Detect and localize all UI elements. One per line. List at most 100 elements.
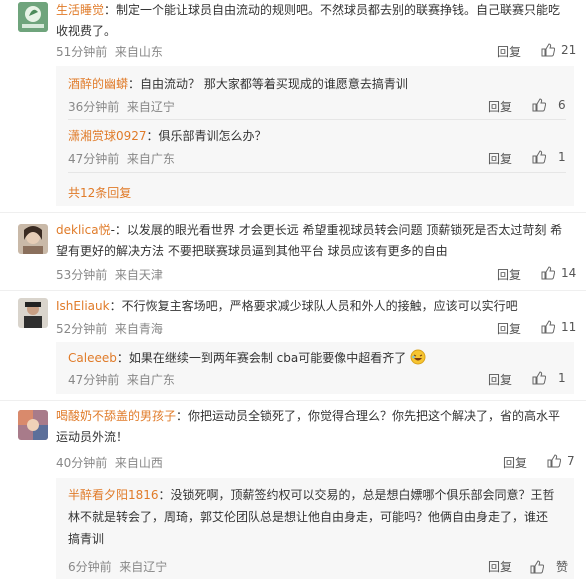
comment-body-line: 收视费了。 [56, 24, 117, 38]
laughing-emoji-icon [410, 349, 426, 365]
comment-text: deklica悦-：以发展的眼光看世界 才会更长远 希望重视球员转会问题 顶薪锁… [56, 220, 576, 262]
reply-button[interactable]: 回复 [488, 150, 512, 167]
like-button[interactable]: 14 [541, 266, 576, 280]
comment-body-line: 望有更好的解决方法 不要把联赛球员逼到其他平台 球员应该有更多的自由 [56, 244, 448, 258]
timestamp: 47分钟前 [68, 152, 120, 166]
thumb-up-icon [532, 98, 546, 112]
reply-body-line: 林不就是转会了，周琦，郭艾伦团队总是想让他自由身走，可能吗？他俩自由身走了，谁还 [68, 510, 549, 524]
like-count: 7 [567, 454, 575, 468]
location: 来自辽宁 [119, 560, 168, 574]
comment-text: 喝酸奶不舔盖的男孩子：你把运动员全锁死了，你觉得合理么？你先把这个解决了，省的高… [56, 406, 576, 448]
avatar[interactable] [18, 224, 48, 254]
comment-item: 喝酸奶不舔盖的男孩子：你把运动员全锁死了，你觉得合理么？你先把这个解决了，省的高… [0, 406, 586, 579]
avatar[interactable] [18, 298, 48, 328]
like-button[interactable]: 21 [541, 43, 576, 57]
like-count: 1 [558, 150, 566, 164]
divider [0, 212, 586, 213]
timestamp: 52分钟前 [56, 322, 108, 336]
location: 来自广东 [126, 152, 175, 166]
timestamp: 47分钟前 [68, 373, 120, 387]
reply-button[interactable]: 回复 [497, 320, 521, 337]
comment-list: 生活睡觉：制定一个能让球员自由流动的规则吧。不然球员都去别的联赛挣钱。自己联赛只… [0, 0, 586, 579]
divider [0, 290, 586, 291]
like-count: 1 [558, 371, 566, 385]
reply-meta: 36分钟前 来自辽宁 [68, 98, 175, 115]
location: 来自广东 [126, 373, 175, 387]
reply-thread: 酒醉的幽蟒：自由流动？ 那大家都等着买现成的谁愿意去搞青训 36分钟前 来自辽宁… [56, 66, 574, 206]
timestamp: 51分钟前 [56, 45, 108, 59]
comment-meta: 53分钟前 来自天津 [56, 266, 163, 283]
username-link[interactable]: 酒醉的幽蟒 [68, 77, 128, 91]
username-link[interactable]: IshEliauk [56, 299, 110, 313]
reply-item: 半醉看夕阳1816：没锁死啊，顶薪签约权可以交易的，总是想白嫖哪个俱乐部会同意？… [68, 484, 568, 575]
like-button[interactable]: 赞 [530, 558, 568, 575]
reply-button[interactable]: 回复 [488, 98, 512, 115]
username-link[interactable]: 生活睡觉 [56, 3, 104, 17]
reply-body-line: ：没锁死啊，顶薪签约权可以交易的，总是想白嫖哪个俱乐部会同意？王哲 [158, 488, 555, 502]
reply-meta: 47分钟前 来自广东 [68, 371, 175, 388]
like-button[interactable]: 1 [532, 371, 566, 385]
reply-meta: 6分钟前 来自辽宁 [68, 558, 167, 575]
username-link[interactable]: deklica悦 [56, 223, 111, 237]
comment-meta: 40分钟前 来自山西 [56, 454, 163, 471]
reply-meta: 47分钟前 来自广东 [68, 150, 175, 167]
thumb-up-icon [541, 266, 555, 280]
avatar-photo-icon [18, 298, 48, 328]
thumb-up-icon [532, 371, 546, 385]
reply-button[interactable]: 回复 [488, 371, 512, 388]
like-count: 21 [561, 43, 577, 57]
location: 来自辽宁 [126, 100, 175, 114]
comment-body-line: ：你把运动员全锁死了，你觉得合理么？你先把这个解决了，省的高水平 [176, 409, 561, 423]
divider [0, 400, 586, 401]
comment-body-line: 运动员外流！ [56, 430, 129, 444]
reply-button[interactable]: 回复 [497, 266, 521, 283]
comment-item: IshEliauk：不行恢复主客场吧，严格要求减少球队人员和外人的接触，应该可以… [0, 296, 586, 396]
comment-text: 生活睡觉：制定一个能让球员自由流动的规则吧。不然球员都去别的联赛挣钱。自己联赛只… [56, 0, 576, 42]
location: 来自天津 [114, 268, 163, 282]
reply-body: ：如果在继续一到两年赛会制 cba可能要像中超看齐了 [116, 351, 407, 365]
location: 来自青海 [114, 322, 163, 336]
like-count: 14 [561, 266, 577, 280]
reply-thread: Caleeeb：如果在继续一到两年赛会制 cba可能要像中超看齐了 47分钟前 … [56, 342, 574, 394]
thumb-up-icon [541, 320, 555, 334]
comment-meta: 52分钟前 来自青海 [56, 320, 163, 337]
comment-text: IshEliauk：不行恢复主客场吧，严格要求减少球队人员和外人的接触，应该可以… [56, 296, 576, 317]
like-button[interactable]: 6 [532, 98, 566, 112]
comment-item: 生活睡觉：制定一个能让球员自由流动的规则吧。不然球员都去别的联赛挣钱。自己联赛只… [0, 0, 586, 210]
reply-button[interactable]: 回复 [503, 454, 527, 471]
reply-thread: 半醉看夕阳1816：没锁死啊，顶薪签约权可以交易的，总是想白嫖哪个俱乐部会同意？… [56, 478, 574, 579]
timestamp: 40分钟前 [56, 456, 108, 470]
thumb-up-icon [547, 454, 561, 468]
avatar[interactable] [18, 410, 48, 440]
username-link[interactable]: Caleeeb [68, 351, 117, 365]
reply-button[interactable]: 回复 [488, 558, 512, 575]
avatar[interactable] [18, 2, 48, 32]
reply-button[interactable]: 回复 [497, 43, 521, 60]
reply-item: 潇湘赏球0927：俱乐部青训怎么办？ 47分钟前 来自广东 回复 1 [68, 126, 566, 172]
like-count: 6 [558, 98, 566, 112]
divider [68, 119, 566, 120]
reply-body: ：俱乐部青训怎么办？ [146, 129, 267, 143]
username-link[interactable]: 潇湘赏球0927 [68, 129, 147, 143]
like-button[interactable]: 1 [532, 150, 566, 164]
thumb-up-icon [530, 559, 544, 573]
like-button[interactable]: 7 [547, 454, 575, 468]
reply-body: ：自由流动？ 那大家都等着买现成的谁愿意去搞青训 [128, 77, 408, 91]
comment-body-line: ：制定一个能让球员自由流动的规则吧。不然球员都去别的联赛挣钱。自己联赛只能吃 [104, 3, 561, 17]
view-more-replies-link[interactable]: 共12条回复 [68, 184, 131, 201]
divider [68, 172, 566, 173]
reply-body-line: 搞青训 [68, 532, 105, 546]
like-count: 赞 [556, 560, 569, 574]
avatar-leaf-icon [18, 2, 48, 32]
like-button[interactable]: 11 [541, 320, 576, 334]
timestamp: 53分钟前 [56, 268, 108, 282]
username-link[interactable]: 喝酸奶不舔盖的男孩子 [56, 409, 176, 423]
comment-item: deklica悦-：以发展的眼光看世界 才会更长远 希望重视球员转会问题 顶薪锁… [0, 220, 586, 286]
timestamp: 36分钟前 [68, 100, 120, 114]
avatar-photo-icon [18, 410, 48, 440]
location: 来自山东 [114, 45, 163, 59]
comment-body-line: -：以发展的眼光看世界 才会更长远 希望重视球员转会问题 顶薪锁死是否太过苛刻 … [110, 223, 563, 237]
username-link[interactable]: 半醉看夕阳1816 [68, 488, 159, 502]
location: 来自山西 [114, 456, 163, 470]
comment-body-line: ：不行恢复主客场吧，严格要求减少球队人员和外人的接触，应该可以实行吧 [109, 299, 518, 313]
